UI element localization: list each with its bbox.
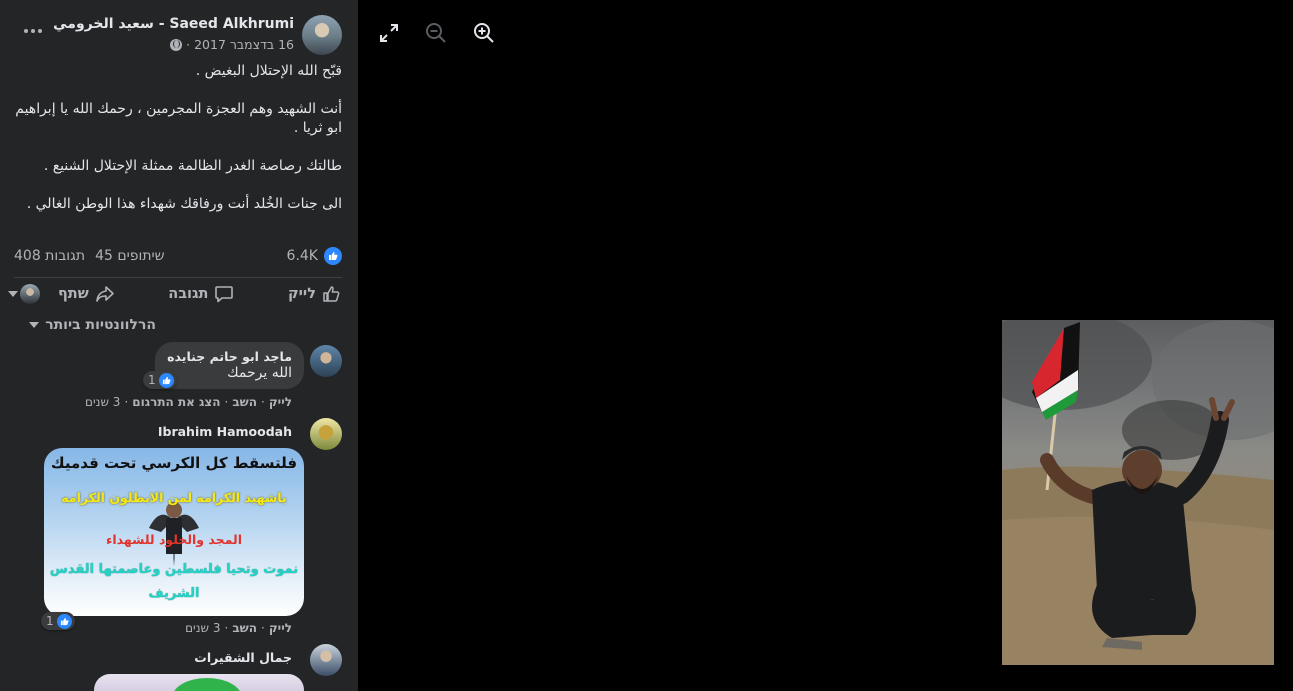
comment-image[interactable] [94,674,304,691]
comment-reply-link[interactable]: השב [232,621,257,635]
like-label: לייק [287,286,316,302]
zoom-out-icon [426,23,446,43]
reaction-count: 1 [46,614,54,628]
sticker-text: المجد والخلود للشهداء [105,532,243,547]
comment-text: الله يرحمك [227,365,292,381]
commenter-avatar[interactable] [310,418,342,450]
shares-count[interactable]: 45 שיתופים [95,248,165,264]
post-panel: Saeed Alkhrumi - سعيد الخرومي 16 בדצמבר … [0,0,358,691]
share-button[interactable]: שתף [58,285,115,303]
divider [14,277,342,278]
sticker-text: ياشهيد الكرامه لمن الابطلون الكرامه [61,490,287,505]
more-horizontal-icon [24,29,42,33]
post-text-line: أنت الشهيد وهم العجزة المجرمين ، رحمك ال… [15,101,342,136]
post-photo[interactable] [1002,320,1274,665]
comment-actions: לייק · השב · הצג את התרגום · 3 שנים [85,395,292,409]
likes-summary[interactable]: 6.4K [287,247,342,265]
like-reaction-icon [324,247,342,265]
author-avatar[interactable] [302,15,342,55]
comment-bubble: ماجد ابو حاتم جنايده الله يرحمك [155,342,304,389]
comment-like-link[interactable]: לייק [269,395,292,409]
zoom-in-button[interactable] [473,22,495,44]
fullscreen-icon [380,24,398,42]
sort-label: הרלוונטיות ביותר [45,317,156,333]
share-label: שתף [58,286,89,302]
globe-icon [170,38,183,51]
comments-count[interactable]: 408 תגובות [14,248,85,264]
comment-reply-link[interactable]: השב [232,395,257,409]
commenter-avatar[interactable] [310,345,342,377]
share-icon [95,286,114,302]
see-translation-link[interactable]: הצג את התרגום [132,395,220,409]
comment-time[interactable]: 3 שנים [85,395,120,409]
comment-time[interactable]: 3 שנים [185,621,220,635]
chevron-down-icon [29,322,40,328]
post-text-line: طالتك رصاصة الغدر الظالمة ممثلة الإحتلال… [43,158,342,174]
comment-actions: לייק · השב · 3 שנים [185,621,292,635]
likes-count: 6.4K [286,248,318,264]
post-text-line: قبّح الله الإحتلال البغيض . [195,63,342,79]
comment-like-link[interactable]: לייק [269,621,292,635]
comment-icon [215,286,234,303]
commenter-name[interactable]: جمال الشقيرات [194,650,292,665]
comment-reactions[interactable]: 1 [143,371,177,389]
post-text: قبّح الله الإحتلال البغيض . أنت الشهيد و… [12,62,342,233]
comment-sort-dropdown[interactable]: הרלוונטיות ביותר [29,317,156,333]
post-stats: 408 תגובות 45 שיתופים 6.4K [14,246,342,266]
sticker-text: نموت وتحيا فلسطين وعاصمتها القدس [49,562,299,577]
audience-selector[interactable] [8,284,40,304]
post-meta: 16 בדצמבר 2017 · [170,37,294,52]
engagement-counts: 408 תגובות 45 שיתופים [14,248,165,264]
sticker-text: فلتسقط كل الكرسي تحت قدميك [50,454,298,472]
chevron-down-icon [8,291,18,297]
post-actions: שתף תגובה לייק [8,282,342,306]
share-area: שתף [8,284,115,304]
like-reaction-icon [158,372,174,388]
comment-reactions[interactable]: 1 [41,612,75,630]
photo-viewer [358,0,1293,691]
thumbs-up-icon [323,286,340,302]
like-button[interactable]: לייק [288,285,342,303]
comment-button[interactable]: תגובה [168,285,234,303]
sticker-text: الشريف [148,586,200,601]
photo-content [1002,320,1274,665]
post-date[interactable]: 16 בדצמבר 2017 · [186,37,294,52]
comment-label: תגובה [168,286,209,302]
comment-image[interactable]: فلتسقط كل الكرسي تحت قدميك ياشهيد الكرام… [44,448,304,616]
reaction-count: 1 [148,373,156,387]
fullscreen-button[interactable] [378,22,400,44]
avatar [20,284,40,304]
commenter-avatar[interactable] [310,644,342,676]
more-options-button[interactable] [22,22,44,44]
commenter-name[interactable]: Ibrahim Hamoodah [158,424,292,439]
post-text-line: الى جنات الخُلد أنت ورفاقك شهداء هذا الو… [26,196,342,212]
post-author-name[interactable]: Saeed Alkhrumi - سعيد الخرومي [53,16,294,32]
post-header: Saeed Alkhrumi - سعيد الخرومي 16 בדצמבר … [0,14,358,58]
zoom-out-button[interactable] [425,22,447,44]
commenter-name[interactable]: ماجد ابو حاتم جنايده [167,349,292,364]
like-reaction-icon [56,613,72,629]
zoom-in-icon [474,23,494,43]
